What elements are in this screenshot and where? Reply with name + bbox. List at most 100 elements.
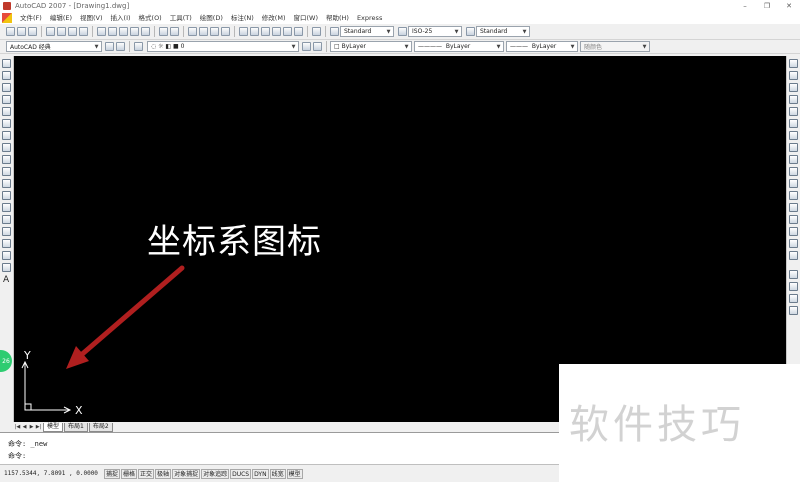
properties-icon[interactable] xyxy=(239,27,248,36)
minimize-button[interactable]: – xyxy=(734,0,756,12)
make-block-icon[interactable] xyxy=(2,203,11,212)
multiline-text-icon[interactable]: A xyxy=(3,275,10,285)
line-icon[interactable] xyxy=(2,59,11,68)
color-select[interactable]: □ ByLayer ▼ xyxy=(330,41,412,52)
draw-order-icon[interactable] xyxy=(789,270,798,279)
next-tab-icon[interactable]: ▶ xyxy=(28,424,35,430)
table-style-select[interactable]: Standard ▼ xyxy=(476,26,530,37)
sheet-set-icon[interactable] xyxy=(272,27,281,36)
send-to-back-icon[interactable] xyxy=(789,294,798,303)
layer-manager-icon[interactable] xyxy=(134,42,143,51)
menu-file[interactable]: 文件(F) xyxy=(16,12,46,24)
dyn-toggle[interactable]: DYN xyxy=(252,468,269,479)
zoom-previous-icon[interactable] xyxy=(221,27,230,36)
new-icon[interactable] xyxy=(6,27,15,36)
stretch-icon[interactable] xyxy=(789,155,798,164)
rectangle-icon[interactable] xyxy=(2,107,11,116)
join-icon[interactable] xyxy=(789,215,798,224)
array-icon[interactable] xyxy=(789,107,798,116)
erase-icon[interactable] xyxy=(789,59,798,68)
copy-icon[interactable] xyxy=(108,27,117,36)
tool-palettes-icon[interactable] xyxy=(261,27,270,36)
offset-icon[interactable] xyxy=(789,95,798,104)
print-preview-icon[interactable] xyxy=(57,27,66,36)
ortho-toggle[interactable]: 正交 xyxy=(138,468,155,479)
workspace-settings-icon[interactable] xyxy=(105,42,114,51)
arc-icon[interactable] xyxy=(2,119,11,128)
explode-icon[interactable] xyxy=(789,251,798,260)
ducs-toggle[interactable]: DUCS xyxy=(230,468,252,479)
extend-icon[interactable] xyxy=(789,179,798,188)
otrack-toggle[interactable]: 对象追踪 xyxy=(201,468,230,479)
mirror-icon[interactable] xyxy=(789,83,798,92)
print-icon[interactable] xyxy=(46,27,55,36)
break-icon[interactable] xyxy=(789,203,798,212)
close-button[interactable]: ✕ xyxy=(778,0,800,12)
hatch-icon[interactable] xyxy=(2,227,11,236)
chamfer-icon[interactable] xyxy=(789,227,798,236)
make-current-layer-icon[interactable] xyxy=(302,42,311,51)
zoom-window-icon[interactable] xyxy=(210,27,219,36)
design-center-icon[interactable] xyxy=(250,27,259,36)
last-tab-icon[interactable]: ▶| xyxy=(35,424,42,430)
model-space-toggle[interactable]: 模型 xyxy=(286,468,303,479)
insert-block-icon[interactable] xyxy=(2,191,11,200)
circle-icon[interactable] xyxy=(2,131,11,140)
menu-view[interactable]: 视图(V) xyxy=(76,12,107,24)
menu-edit[interactable]: 编辑(E) xyxy=(46,12,76,24)
trim-icon[interactable] xyxy=(789,167,798,176)
block-editor-icon[interactable] xyxy=(141,27,150,36)
dim-style-select[interactable]: ISO-25 ▼ xyxy=(408,26,462,37)
table-icon[interactable] xyxy=(2,263,11,272)
undo-icon[interactable] xyxy=(159,27,168,36)
match-properties-icon[interactable] xyxy=(130,27,139,36)
workspace-save-icon[interactable] xyxy=(116,42,125,51)
menu-dimension[interactable]: 标注(N) xyxy=(227,12,258,24)
ellipse-icon[interactable] xyxy=(2,167,11,176)
3d-dwf-icon[interactable] xyxy=(79,27,88,36)
move-icon[interactable] xyxy=(789,119,798,128)
osnap-toggle[interactable]: 对象捕捉 xyxy=(172,468,201,479)
restore-button[interactable]: ❐ xyxy=(756,0,778,12)
snap-toggle[interactable]: 捕捉 xyxy=(104,468,121,479)
zoom-realtime-icon[interactable] xyxy=(199,27,208,36)
ellipse-arc-icon[interactable] xyxy=(2,179,11,188)
menu-help[interactable]: 帮助(H) xyxy=(322,12,353,24)
layer-select[interactable]: ◌ ☼ ◧ ■ 0 ▼ xyxy=(147,41,299,52)
point-icon[interactable] xyxy=(2,215,11,224)
layer-previous-icon[interactable] xyxy=(313,42,322,51)
construction-line-icon[interactable] xyxy=(2,71,11,80)
open-icon[interactable] xyxy=(17,27,26,36)
menu-format[interactable]: 格式(O) xyxy=(135,12,166,24)
help-icon[interactable] xyxy=(312,27,321,36)
lineweight-select[interactable]: ——— ByLayer ▼ xyxy=(506,41,578,52)
lineweight-toggle[interactable]: 线宽 xyxy=(269,468,286,479)
copy-object-icon[interactable] xyxy=(789,71,798,80)
workspace-select[interactable]: AutoCAD 经典 ▼ xyxy=(6,41,102,52)
rotate-icon[interactable] xyxy=(789,131,798,140)
cut-icon[interactable] xyxy=(97,27,106,36)
paste-icon[interactable] xyxy=(119,27,128,36)
bring-above-icon[interactable] xyxy=(789,306,798,315)
polar-toggle[interactable]: 极轴 xyxy=(155,468,172,479)
previous-tab-icon[interactable]: ◀ xyxy=(21,424,28,430)
pan-icon[interactable] xyxy=(188,27,197,36)
redo-icon[interactable] xyxy=(170,27,179,36)
publish-icon[interactable] xyxy=(68,27,77,36)
region-icon[interactable] xyxy=(2,251,11,260)
linetype-select[interactable]: ———— ByLayer ▼ xyxy=(414,41,504,52)
bring-to-front-icon[interactable] xyxy=(789,282,798,291)
coordinate-readout[interactable]: 1157.5344, 7.8091 , 0.0000 xyxy=(0,470,104,477)
scale-icon[interactable] xyxy=(789,143,798,152)
menu-modify[interactable]: 修改(M) xyxy=(258,12,290,24)
spline-icon[interactable] xyxy=(2,155,11,164)
grid-toggle[interactable]: 栅格 xyxy=(121,468,138,479)
menu-express[interactable]: Express xyxy=(353,12,386,24)
tab-layout1[interactable]: 布局1 xyxy=(64,422,88,432)
menu-draw[interactable]: 绘图(D) xyxy=(196,12,227,24)
quickcalc-icon[interactable] xyxy=(294,27,303,36)
save-icon[interactable] xyxy=(28,27,37,36)
polyline-icon[interactable] xyxy=(2,83,11,92)
markup-icon[interactable] xyxy=(283,27,292,36)
fillet-icon[interactable] xyxy=(789,239,798,248)
